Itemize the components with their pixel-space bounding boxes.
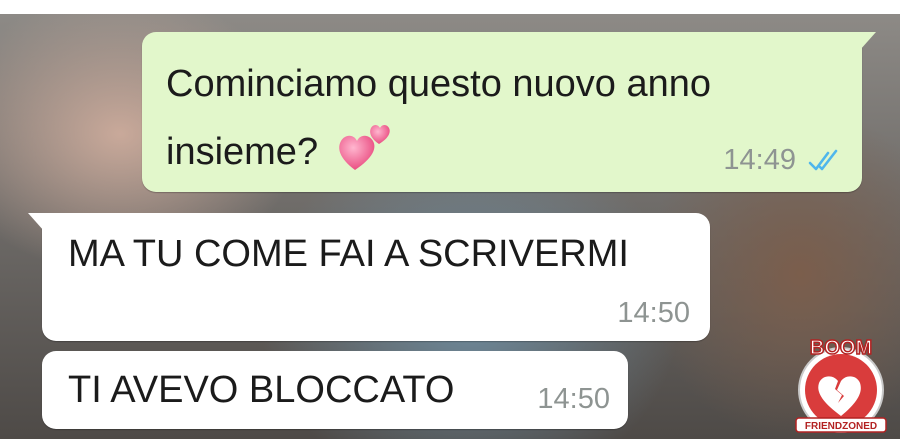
message-text: MA TU COME FAI A SCRIVERMI [68, 233, 629, 275]
message-text-content: Cominciamo questo nuovo anno insieme? [166, 63, 712, 173]
logo-bottom-text: FRIENDZONED [805, 421, 877, 432]
two-hearts-icon [338, 125, 390, 170]
top-white-strip [0, 0, 900, 14]
outgoing-message-bubble[interactable]: Cominciamo questo nuovo anno insieme? 14… [142, 32, 876, 192]
incoming-message-bubble[interactable]: TI AVEVO BLOCCATO 14:50 [42, 351, 628, 429]
incoming-message-bubble[interactable]: MA TU COME FAI A SCRIVERMI 14:50 [28, 213, 710, 341]
message-text: TI AVEVO BLOCCATO [68, 369, 455, 411]
message-timestamp: 14:49 [723, 144, 796, 176]
logo-top-text: BOOM [810, 337, 872, 359]
message-timestamp: 14:50 [617, 297, 690, 329]
boom-friendzoned-logo: BOOM FRIENDZONED [795, 336, 887, 433]
bubble-tail [860, 32, 876, 50]
message-timestamp: 14:50 [537, 383, 610, 415]
bubble-tail [28, 213, 44, 231]
double-check-read-icon [808, 149, 838, 171]
